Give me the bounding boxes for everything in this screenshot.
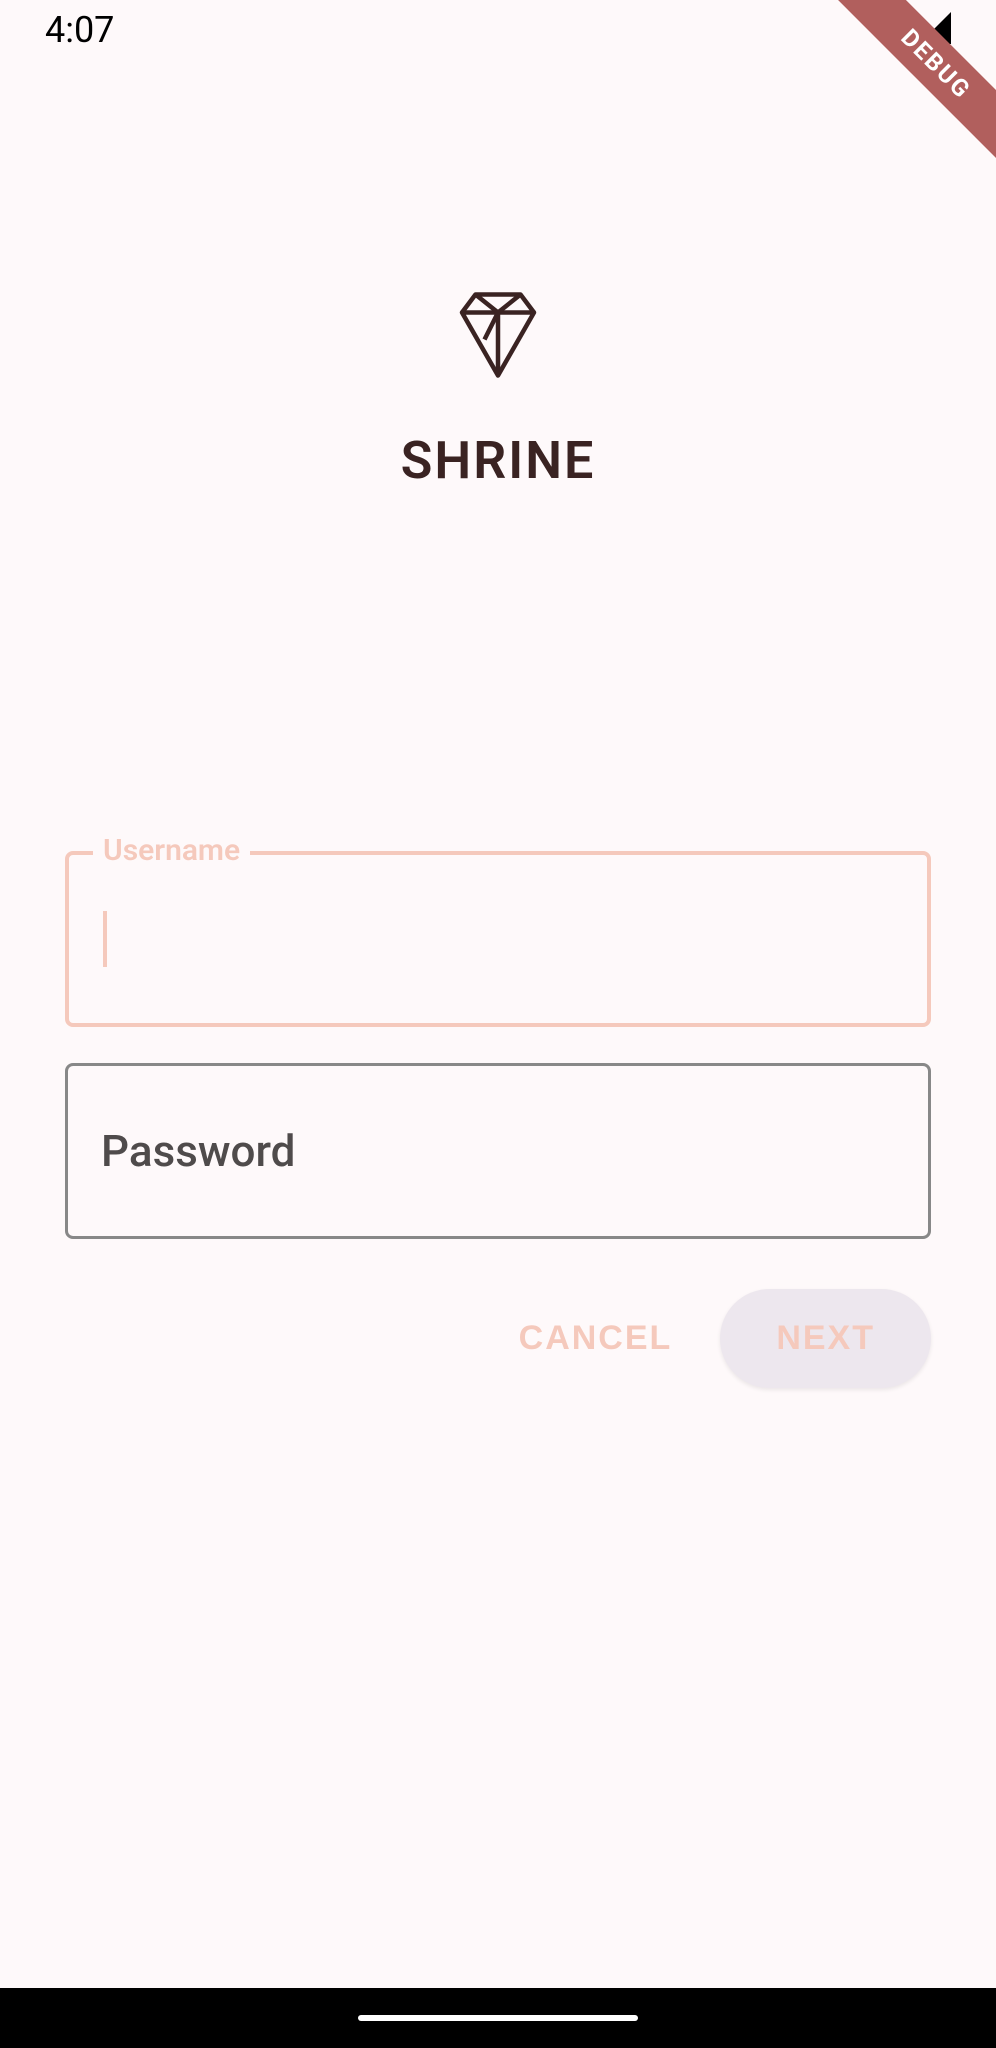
nav-handle[interactable] — [358, 2015, 638, 2021]
diamond-icon — [453, 290, 543, 380]
password-input[interactable] — [65, 1063, 931, 1239]
password-field-group: Password — [65, 1063, 931, 1239]
button-row: CANCEL NEXT — [65, 1289, 931, 1388]
cancel-button[interactable]: CANCEL — [503, 1295, 689, 1382]
login-form: Username Password CANCEL NEXT — [0, 851, 996, 1388]
username-label: Username — [93, 833, 250, 868]
username-input[interactable] — [65, 851, 931, 1027]
username-field-group: Username — [65, 851, 931, 1027]
text-cursor — [103, 911, 107, 967]
login-screen: SHRINE Username Password CANCEL NEXT — [0, 0, 996, 1388]
navigation-bar — [0, 1988, 996, 2048]
status-time: 4:07 — [45, 9, 114, 51]
app-title: SHRINE — [401, 430, 596, 491]
next-button[interactable]: NEXT — [720, 1289, 931, 1388]
